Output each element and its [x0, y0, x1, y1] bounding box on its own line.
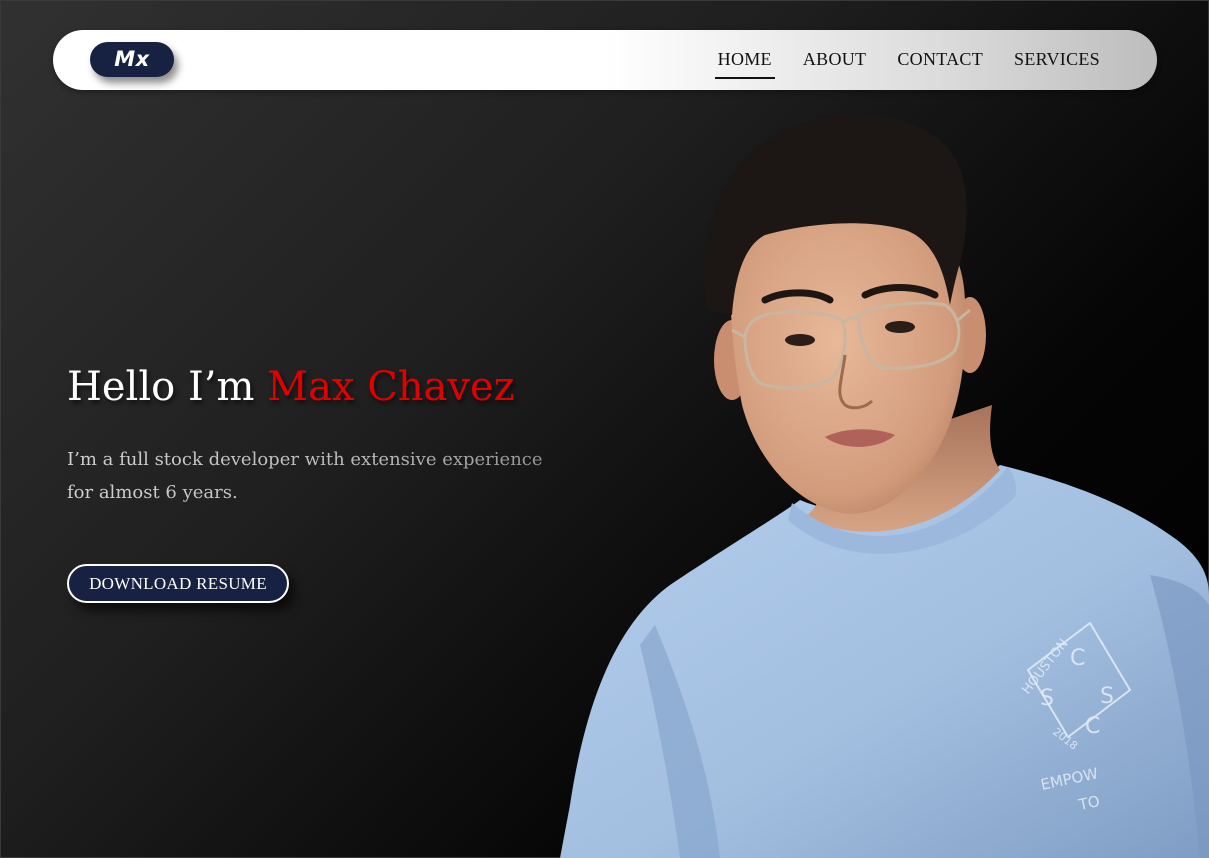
logo[interactable]: Mx [90, 42, 174, 77]
portrait-image: HOUSTON C S S C 2018 EMPOW TO [560, 114, 1209, 858]
nav-home-link[interactable]: HOME [714, 47, 776, 79]
download-resume-button[interactable]: DOWNLOAD RESUME [67, 564, 289, 603]
shirt-letter-s1: S [1040, 686, 1054, 711]
hero-description: I’m a full stock developer with extensiv… [67, 443, 587, 509]
hero-greeting: Hello I’m [67, 364, 255, 410]
hero-title: Hello I’m Max Chavez [67, 364, 515, 410]
shirt-letter-s2: S [1100, 684, 1114, 709]
hero-description-line-1: I’m a full stock developer with extensiv… [67, 449, 543, 470]
shirt-letter-c2: C [1085, 714, 1100, 739]
hero-description-line-2: for almost 6 years. [67, 482, 238, 503]
shirt-letter-c1: C [1070, 646, 1085, 671]
hero-name: Max Chavez [267, 364, 515, 410]
nav-links: HOME ABOUT CONTACT SERVICES [690, 30, 1103, 90]
nav-services-link[interactable]: SERVICES [1011, 47, 1103, 73]
nav-about-link[interactable]: ABOUT [800, 47, 870, 73]
top-navbar: Mx HOME ABOUT CONTACT SERVICES [53, 30, 1157, 90]
nav-contact-link[interactable]: CONTACT [894, 47, 986, 73]
